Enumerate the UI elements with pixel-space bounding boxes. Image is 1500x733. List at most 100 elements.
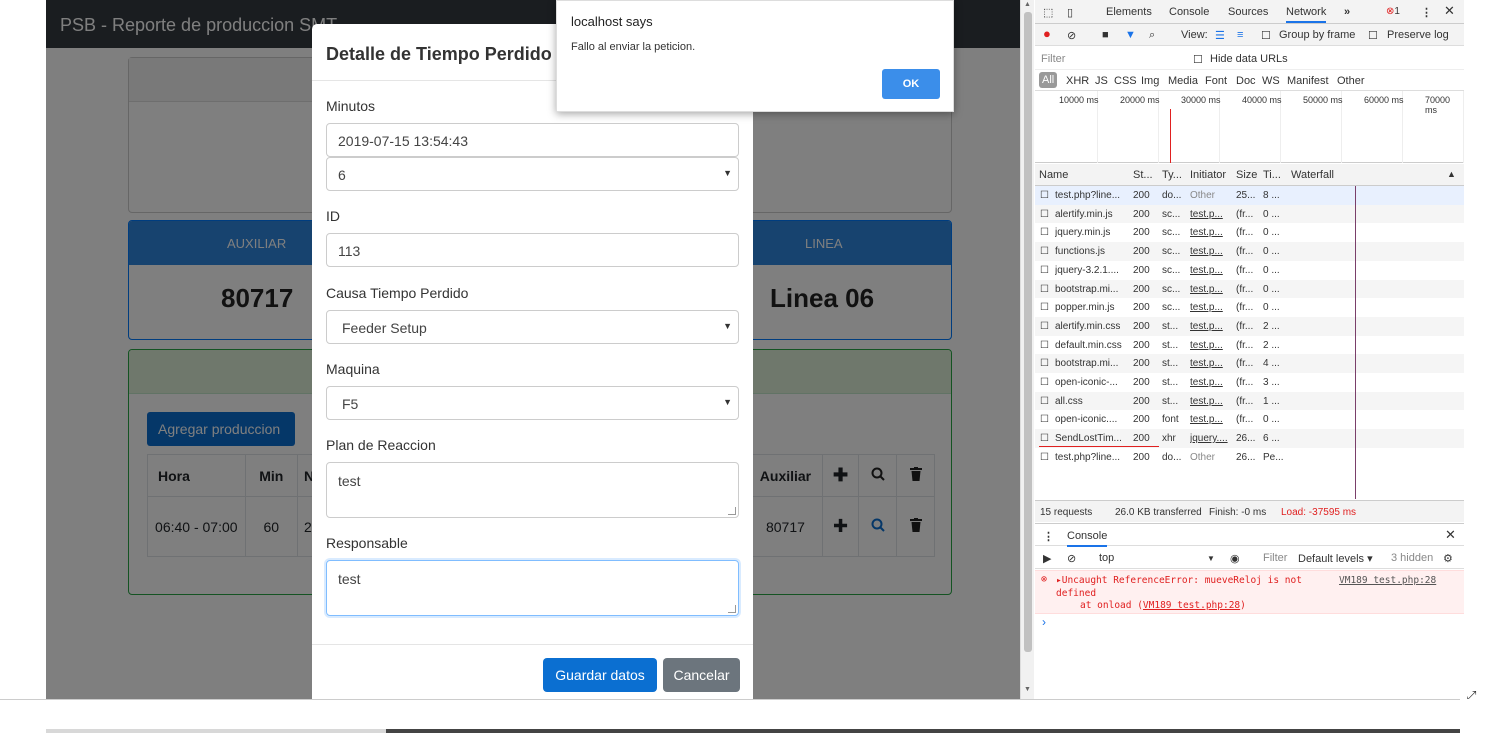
settings-gear-icon[interactable]: ⚙ [1443, 552, 1453, 565]
network-row[interactable]: ☐ test.php?line... 200 do... Other 26... Pe... [1035, 447, 1464, 467]
error-count-icon[interactable]: ⊗1 [1386, 6, 1400, 17]
console-prompt[interactable]: › [1042, 615, 1046, 629]
levels-dropdown[interactable]: Default levels ▾ [1298, 552, 1373, 565]
network-row[interactable]: ☐ all.css 200 st... test.p... (fr... 1 ... [1035, 391, 1464, 411]
network-row[interactable]: ☐ SendLostTim... 200 xhr jquery.... 26... 6 ..… [1035, 429, 1464, 448]
cell-init[interactable]: test.p... [1190, 246, 1234, 257]
cell-init[interactable]: test.p... [1190, 209, 1234, 220]
sidebar-toggle-icon[interactable]: ▶ [1043, 552, 1051, 565]
type-manifest[interactable]: Manifest [1287, 75, 1329, 87]
network-row[interactable]: ☐ alertify.min.js 200 sc... test.p... (fr... 0… [1035, 204, 1464, 224]
type-media[interactable]: Media [1168, 75, 1198, 87]
cell-init[interactable]: test.p... [1190, 396, 1234, 407]
cell-init[interactable]: test.p... [1190, 358, 1234, 369]
menu-icon[interactable]: ⋮ [1421, 6, 1432, 19]
tab-network[interactable]: Network [1286, 6, 1327, 23]
scroll-thumb[interactable] [1024, 12, 1032, 652]
col-size[interactable]: Size [1236, 169, 1257, 181]
inspect-icon[interactable]: ⬚ [1043, 6, 1053, 19]
plan-textarea[interactable]: test [326, 462, 739, 518]
network-row[interactable]: ☐ bootstrap.mi... 200 sc... test.p... (fr... 0… [1035, 279, 1464, 299]
cancel-button[interactable]: Cancelar [663, 658, 740, 692]
preserve-log-checkbox[interactable]: ☐ [1368, 29, 1378, 42]
cell-init[interactable]: test.p... [1190, 377, 1234, 388]
network-row[interactable]: ☐ alertify.min.css 200 st... test.p... (fr...… [1035, 316, 1464, 336]
type-all[interactable]: All [1039, 72, 1058, 88]
col-name[interactable]: Name [1039, 169, 1068, 181]
console-tab[interactable]: Console [1067, 530, 1108, 547]
cell-init[interactable]: test.p... [1190, 284, 1234, 295]
cell-init[interactable]: Other [1190, 452, 1234, 463]
minutos-select[interactable]: 6 ▼ [326, 157, 739, 191]
stack-source-link[interactable]: VM189 test.php:28 [1143, 600, 1240, 611]
type-ws[interactable]: WS [1262, 75, 1280, 87]
cell-init[interactable]: jquery.... [1190, 433, 1234, 444]
eye-icon[interactable]: ◉ [1230, 552, 1240, 565]
id-field[interactable]: 113 [326, 233, 739, 267]
type-other[interactable]: Other [1337, 75, 1365, 87]
device-toggle-icon[interactable]: ▯ [1067, 6, 1073, 19]
network-row[interactable]: ☐ test.php?line... 200 do... Other 25... 8 ... [1035, 186, 1464, 205]
tab-console[interactable]: Console [1169, 6, 1209, 18]
context-select[interactable]: top [1099, 552, 1114, 564]
search-icon[interactable]: ⌕ [1149, 29, 1155, 42]
cell-init[interactable]: test.p... [1190, 227, 1234, 238]
filter-icon[interactable]: ▼ [1125, 29, 1136, 41]
error-source-link[interactable]: VM189 test.php:28 [1339, 575, 1436, 586]
responsable-textarea[interactable]: test [326, 560, 739, 616]
network-row[interactable]: ☐ open-iconic.... 200 font test.p... (fr... 0 … [1035, 410, 1464, 430]
sort-up-icon[interactable]: ▲ [1447, 169, 1456, 179]
save-button[interactable]: Guardar datos [543, 658, 657, 692]
network-row[interactable]: ☐ jquery-3.2.1.... 200 sc... test.p... (fr...… [1035, 260, 1464, 280]
type-doc[interactable]: Doc [1236, 75, 1256, 87]
context-dropdown-icon[interactable]: ▼ [1207, 554, 1215, 563]
resize-grip-icon[interactable] [728, 605, 736, 613]
maquina-select[interactable]: F5 ▼ [326, 386, 739, 420]
type-img[interactable]: Img [1141, 75, 1159, 87]
type-js[interactable]: JS [1095, 75, 1108, 87]
clear-icon[interactable]: ⊘ [1067, 29, 1076, 42]
timestamp-field[interactable]: 2019-07-15 13:54:43 [326, 123, 739, 157]
alert-ok-button[interactable]: OK [882, 69, 940, 99]
tab-elements[interactable]: Elements [1106, 6, 1152, 18]
cell-init[interactable]: Other [1190, 190, 1234, 201]
hide-data-urls-checkbox[interactable]: ☐ [1193, 53, 1203, 66]
type-css[interactable]: CSS [1114, 75, 1137, 87]
col-status[interactable]: St... [1133, 169, 1153, 181]
cell-init[interactable]: test.p... [1190, 321, 1234, 332]
col-time[interactable]: Ti... [1263, 169, 1281, 181]
drawer-menu-icon[interactable]: ⋮ [1043, 530, 1054, 543]
network-row[interactable]: ☐ open-iconic-... 200 st... test.p... (fr... 3… [1035, 373, 1464, 392]
cell-init[interactable]: test.p... [1190, 265, 1234, 276]
col-type[interactable]: Ty... [1162, 169, 1182, 181]
group-by-frame-checkbox[interactable]: ☐ [1261, 29, 1271, 42]
resize-grip-icon[interactable] [728, 507, 736, 515]
close-drawer-icon[interactable]: ✕ [1445, 527, 1456, 543]
type-font[interactable]: Font [1205, 75, 1227, 87]
scroll-down-icon[interactable]: ▼ [1024, 686, 1031, 693]
network-row[interactable]: ☐ functions.js 200 sc... test.p... (fr... 0 ..… [1035, 242, 1464, 261]
network-row[interactable]: ☐ jquery.min.js 200 sc... test.p... (fr... 0 .… [1035, 223, 1464, 243]
network-row[interactable]: ☐ default.min.css 200 st... test.p... (fr... 2… [1035, 335, 1464, 355]
scroll-up-icon[interactable]: ▲ [1024, 1, 1031, 8]
clear-console-icon[interactable]: ⊘ [1067, 552, 1076, 565]
cell-init[interactable]: test.p... [1190, 340, 1234, 351]
network-row[interactable]: ☐ bootstrap.mi... 200 st... test.p... (fr... 4… [1035, 354, 1464, 373]
network-overview-timeline[interactable]: 10000 ms 20000 ms 30000 ms 40000 ms 5000… [1035, 91, 1464, 163]
close-icon[interactable]: ✕ [1444, 3, 1455, 19]
col-initiator[interactable]: Initiator [1190, 169, 1226, 181]
page-scrollbar[interactable]: ▲ ▼ [1020, 0, 1034, 699]
tab-sources[interactable]: Sources [1228, 6, 1268, 18]
filter-input[interactable]: Filter [1041, 53, 1065, 65]
cell-init[interactable]: test.p... [1190, 302, 1234, 313]
waterfall-view-icon[interactable]: ≡ [1237, 29, 1243, 41]
network-row[interactable]: ☐ popper.min.js 200 sc... test.p... (fr... 0 .… [1035, 298, 1464, 317]
list-view-icon[interactable]: ☰ [1215, 29, 1225, 42]
console-filter-input[interactable]: Filter [1263, 552, 1287, 564]
col-waterfall[interactable]: Waterfall [1291, 169, 1334, 181]
type-xhr[interactable]: XHR [1066, 75, 1089, 87]
record-icon[interactable]: ● [1043, 26, 1051, 41]
cell-init[interactable]: test.p... [1190, 414, 1234, 425]
more-tabs-icon[interactable]: » [1344, 6, 1350, 18]
causa-select[interactable]: Feeder Setup ▼ [326, 310, 739, 344]
